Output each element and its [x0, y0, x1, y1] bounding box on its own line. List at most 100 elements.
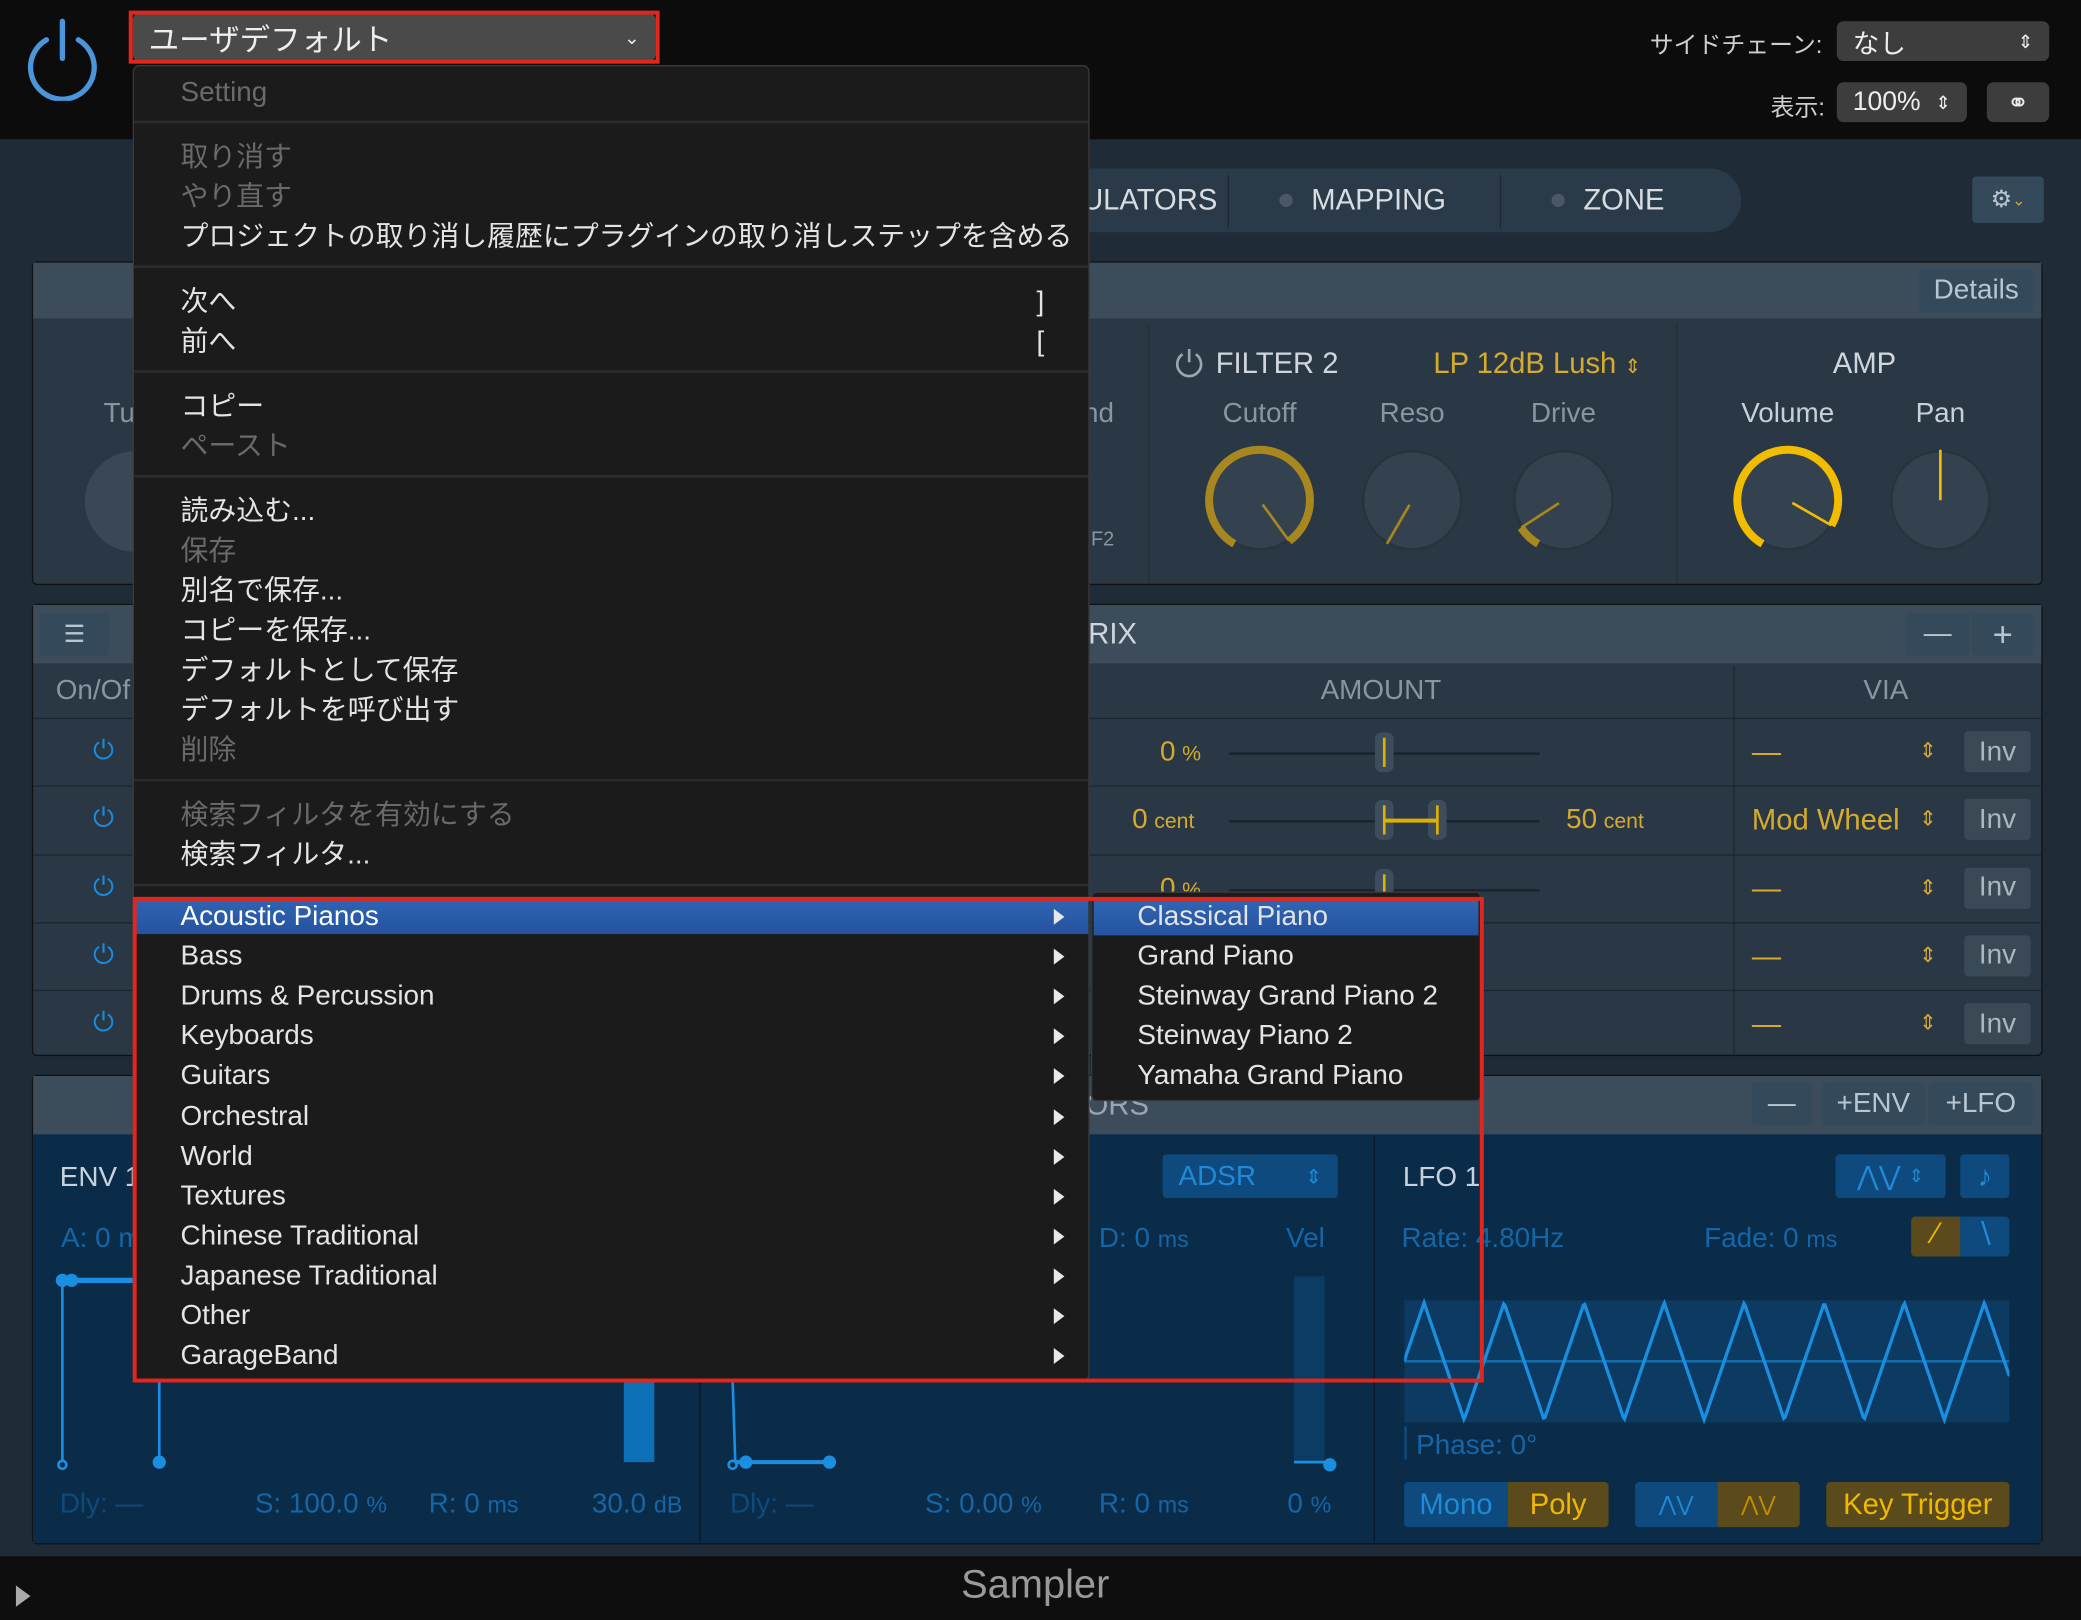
view-dropdown[interactable]: 100% ⇕: [1836, 82, 1967, 123]
menu-item[interactable]: 読み込む...: [180, 495, 315, 529]
row-power-icon[interactable]: ⏻: [88, 736, 120, 768]
menu-item[interactable]: 別名で保存...: [180, 575, 343, 609]
updown-icon[interactable]: ⇕: [1919, 874, 1937, 901]
invert-button[interactable]: Inv: [1964, 731, 2031, 773]
category-item[interactable]: Japanese Traditional: [180, 1259, 437, 1293]
via-source-dropdown[interactable]: —: [1752, 871, 1781, 905]
category-item[interactable]: Chinese Traditional: [180, 1219, 419, 1253]
add-env-button[interactable]: + ENV: [1822, 1082, 1925, 1126]
invert-button[interactable]: Inv: [1964, 935, 2031, 977]
category-item[interactable]: Bass: [180, 939, 242, 973]
knob[interactable]: [1200, 440, 1319, 559]
env2-decay[interactable]: D: 0 ms: [1099, 1223, 1189, 1255]
sidechain-dropdown[interactable]: なし ⇕: [1836, 21, 2050, 62]
knob[interactable]: [1504, 440, 1623, 559]
env2-mode-dropdown[interactable]: ADSR ⇕: [1162, 1154, 1338, 1199]
remove-modulator-button[interactable]: —: [1751, 1082, 1812, 1126]
menu-item: 検索フィルタを有効にする: [180, 800, 515, 831]
category-item[interactable]: Drums & Percussion: [180, 979, 434, 1013]
env2-graph[interactable]: [717, 1367, 1354, 1480]
via-source-dropdown[interactable]: —: [1752, 735, 1781, 769]
category-item[interactable]: Keyboards: [180, 1019, 313, 1053]
env1-release[interactable]: R: 0 ms: [429, 1489, 519, 1521]
category-item[interactable]: Acoustic Pianos: [180, 900, 378, 934]
menu-item[interactable]: コピーを保存...: [180, 614, 370, 648]
menu-item: 保存: [180, 536, 237, 567]
env1-sustain[interactable]: S: 100.0 %: [255, 1489, 387, 1521]
row-power-icon[interactable]: ⏻: [88, 872, 120, 904]
power-icon[interactable]: [24, 13, 101, 101]
category-item[interactable]: Guitars: [180, 1059, 270, 1093]
menu-item[interactable]: コピー: [180, 390, 264, 424]
preset-item[interactable]: Classical Piano: [1137, 900, 1328, 934]
lfo-waveform-dropdown[interactable]: ⋀⋁ ⇕: [1835, 1154, 1946, 1199]
env2-level[interactable]: 0 %: [1287, 1489, 1331, 1521]
unipolar-button[interactable]: ⋀⋁: [1635, 1482, 1718, 1528]
value: S: 0.00: [925, 1488, 1014, 1520]
preset-item[interactable]: Grand Piano: [1137, 939, 1294, 973]
poly-button[interactable]: Poly: [1507, 1482, 1609, 1528]
invert-button[interactable]: Inv: [1964, 867, 2031, 909]
env2-velocity-label: Vel: [1286, 1223, 1325, 1254]
knob[interactable]: [1728, 440, 1847, 559]
remove-row-button[interactable]: —: [1905, 612, 1970, 656]
menu-item[interactable]: プロジェクトの取り消し履歴にプラグインの取り消しステップを含める: [180, 220, 1072, 254]
preset-item[interactable]: Steinway Piano 2: [1137, 1019, 1352, 1053]
env1-level[interactable]: 30.0 dB: [592, 1489, 682, 1521]
preset-item[interactable]: Yamaha Grand Piano: [1137, 1059, 1403, 1093]
tab-mapping[interactable]: MAPPING: [1279, 183, 1446, 217]
add-row-button[interactable]: +: [1972, 612, 2034, 656]
key-trigger-button[interactable]: Key Trigger: [1826, 1482, 2010, 1528]
category-item[interactable]: Orchestral: [180, 1099, 309, 1133]
tab-zone[interactable]: ZONE: [1551, 183, 1664, 217]
list-button[interactable]: ☰: [39, 612, 109, 656]
fade-in-button[interactable]: ⁄: [1911, 1216, 1961, 1257]
via-source-dropdown[interactable]: Mod Wheel: [1752, 803, 1900, 837]
menu-item[interactable]: 検索フィルタ...: [180, 839, 370, 873]
via-source-dropdown[interactable]: —: [1752, 939, 1781, 973]
category-item[interactable]: World: [180, 1139, 252, 1173]
via-source-dropdown[interactable]: —: [1752, 1007, 1781, 1041]
menu-item[interactable]: デフォルトを呼び出す: [180, 694, 459, 728]
amount-value[interactable]: 0 cent: [1132, 804, 1194, 836]
preset-dropdown[interactable]: ユーザデフォルト ⌄: [132, 13, 656, 62]
category-item[interactable]: Textures: [180, 1179, 285, 1213]
updown-icon[interactable]: ⇕: [1919, 806, 1937, 833]
preset-item[interactable]: Steinway Grand Piano 2: [1137, 979, 1438, 1013]
invert-button[interactable]: Inv: [1964, 799, 2031, 841]
menu-item[interactable]: 前へ: [180, 325, 236, 359]
tempo-sync-button[interactable]: ♪: [1960, 1154, 2010, 1199]
settings-button[interactable]: ⚙ ⌄: [1972, 176, 2044, 223]
updown-icon[interactable]: ⇕: [1919, 738, 1937, 765]
lfo-rate[interactable]: Rate: 4.80Hz: [1402, 1223, 1565, 1255]
row-power-icon[interactable]: ⏻: [88, 804, 120, 836]
mono-button[interactable]: Mono: [1404, 1482, 1508, 1528]
updown-icon[interactable]: ⇕: [1919, 942, 1937, 969]
lfo-fade[interactable]: Fade: 0 ms: [1704, 1223, 1837, 1255]
row-power-icon[interactable]: ⏻: [88, 1009, 120, 1041]
filter2-power-icon[interactable]: [1173, 346, 1205, 378]
updown-icon[interactable]: ⇕: [1919, 1010, 1937, 1037]
link-button[interactable]: ⚭: [1986, 82, 2050, 123]
invert-button[interactable]: Inv: [1964, 1003, 2031, 1045]
knob[interactable]: [1352, 440, 1471, 559]
category-item[interactable]: Other: [180, 1299, 250, 1333]
env1-delay[interactable]: Dly: —: [60, 1489, 144, 1521]
add-lfo-button[interactable]: + LFO: [1928, 1082, 2034, 1126]
amount-value[interactable]: 0%: [1160, 736, 1201, 768]
category-item[interactable]: GarageBand: [180, 1339, 338, 1373]
details-button[interactable]: Details: [1919, 269, 2034, 312]
menu-item[interactable]: デフォルトとして保存: [180, 654, 458, 688]
env1-level-bar[interactable]: [623, 1379, 655, 1463]
row-power-icon[interactable]: ⏻: [88, 941, 120, 973]
lfo-phase[interactable]: Phase: 0°: [1416, 1430, 1537, 1462]
bipolar-button[interactable]: ⋀⋁: [1717, 1482, 1800, 1528]
knob[interactable]: [1881, 440, 2000, 559]
menu-item[interactable]: 次へ: [180, 285, 236, 319]
amount-range-value[interactable]: 50 cent: [1566, 804, 1644, 836]
fade-out-button[interactable]: ∖: [1960, 1216, 2010, 1257]
env2-release[interactable]: R: 0 ms: [1099, 1489, 1189, 1521]
env2-delay[interactable]: Dly: —: [730, 1489, 814, 1521]
filter2-type-dropdown[interactable]: LP 12dB Lush ⇕: [1433, 346, 1641, 380]
env2-sustain[interactable]: S: 0.00 %: [925, 1489, 1042, 1521]
